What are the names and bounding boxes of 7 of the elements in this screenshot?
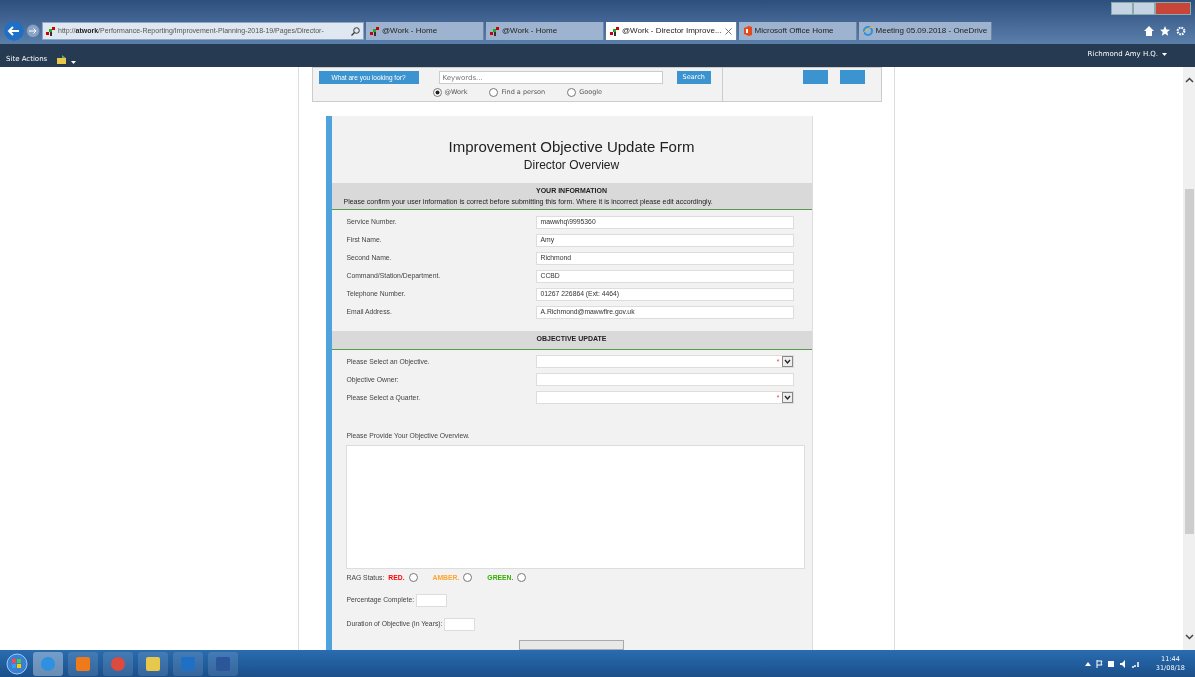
browser-tab[interactable]: Microsoft Office Home <box>738 22 857 40</box>
browser-tab[interactable]: @Work - Director Improve... <box>606 22 737 40</box>
browser-tab[interactable]: @Work - Home <box>486 22 604 40</box>
form-subtitle: Director Overview <box>522 157 621 175</box>
form-title: Improvement Objective Update Form <box>447 136 696 157</box>
browser-tab[interactable]: @Work - Home <box>366 22 484 40</box>
browser-tab[interactable]: Meeting 05.09.2018 - OneDrive <box>858 22 993 40</box>
